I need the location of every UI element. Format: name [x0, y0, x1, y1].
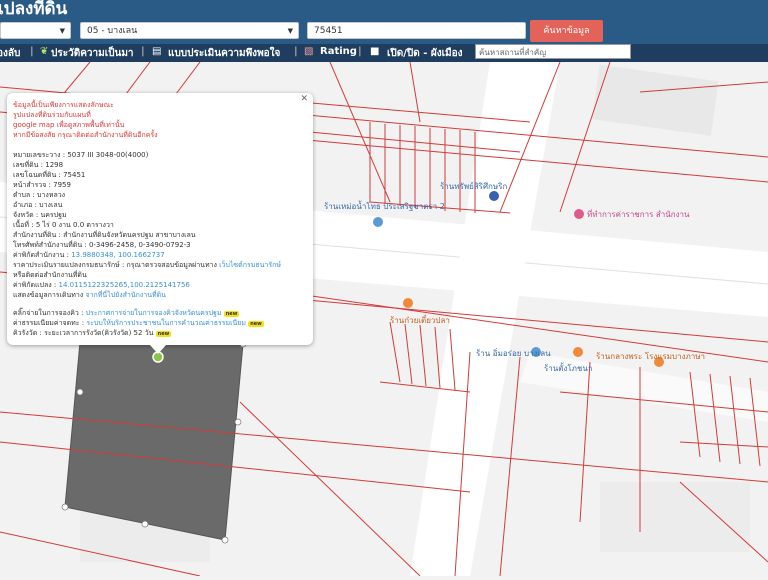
district-select[interactable]: 05 - บางเลน ▼: [80, 22, 299, 39]
route-link[interactable]: จากที่นี่ไปยังสำนักงานที่ดิน: [86, 291, 166, 299]
parcel-info-popup: ✕ ข้อมูลนี้เป็นเพียงการแสดงลักษณะ รูปแปล…: [7, 93, 313, 345]
treasury-link[interactable]: เว็บไซต์กรมธนารักษ์: [219, 261, 281, 269]
parcel-number-input[interactable]: 75451: [307, 22, 526, 39]
new-badge: new: [248, 321, 264, 327]
field-office-coords: ค่าพิกัดสำนักงาน : 13.9880348, 100.16627…: [13, 251, 165, 259]
sprout-icon: ❦: [40, 46, 49, 57]
notice-line-4: หากมีข้อสงสัย กรุณาติดต่อสำนักงานที่ดินอ…: [13, 131, 158, 139]
popup-pointer: [150, 345, 166, 354]
field-survey-page: หน้าสำรวจ : 7959: [13, 181, 71, 189]
field-parcel-coords: ค่าพิกัดแปลง : 14.0115122325265,100.2125…: [13, 281, 190, 289]
field-land-number: เลขที่ดิน : 1298: [13, 161, 64, 169]
district-select-value: 05 - บางเลน: [87, 26, 138, 36]
field-office-phone: โทรศัพท์สำนักงานที่ดิน : 0-3496-2458, 0-…: [13, 241, 191, 249]
field-survey-wait: คิวรังวัด : ระยะเวลาการรังวัด(คิวรังวัด)…: [13, 329, 172, 337]
field-price-line2: หรือติดต่อสำนักงานที่ดิน: [13, 271, 87, 279]
field-province: จังหวัด : นครปฐม: [13, 211, 67, 219]
checkbox-icon[interactable]: ■: [370, 46, 379, 57]
poi-label-shop2: ร้านทรัพย์สิริศึกษริก: [440, 182, 508, 191]
poi-label-shop7: ร้านกลางพระ โรงแรมบางภาษา: [596, 352, 706, 361]
field-district: อำเภอ : บางเลน: [13, 201, 63, 209]
poi-label-shop3: ที่ทำการค่าราชการ สำนักงาน: [587, 210, 690, 219]
search-button[interactable]: ค้นหาข้อมูล: [530, 20, 603, 42]
document-icon: ▤: [152, 46, 162, 57]
poi-label-shop1: ร้านเหม่อน้ำโทธ ประเสริฐชาตรา 2: [324, 202, 445, 211]
poi-label-shop6: ร้านตั้งโภชนา: [544, 364, 593, 373]
province-select[interactable]: ▼: [0, 22, 71, 39]
toolbar: องลับ | ❦ ประวัติความเป็นมา | ▤ แบบประเม…: [0, 44, 768, 62]
toolbar-zoning-toggle[interactable]: เปิด/ปิด - ผังเมือง: [387, 46, 463, 61]
field-route: แสดงข้อมูลการเดินทาง จากที่นี่ไปยังสำนัก…: [13, 291, 166, 299]
field-map-sheet: หมายเลขระวาง : 5037 III 3048-00(4000): [13, 151, 149, 159]
toolbar-history[interactable]: ประวัติความเป็นมา: [51, 46, 134, 61]
toolbar-rating[interactable]: Rating: [320, 46, 357, 57]
place-search-input[interactable]: ค้นหาสถานที่สำคัญ: [475, 44, 631, 59]
notice-line-2: รูปแปลงที่ดินร่วมกับแผนที่: [13, 111, 91, 119]
queue-link[interactable]: ประกาศการจ่ายในการจองคิวจังหวัดนครปฐม: [86, 309, 222, 317]
chevron-down-icon: ▼: [59, 27, 65, 35]
toolbar-survey[interactable]: แบบประเมินความพึงพอใจ: [168, 46, 280, 61]
field-price: ราคาประเมินรายแปลงกรมธนารักษ์ : กรุณาตรว…: [13, 261, 281, 269]
new-badge: new: [155, 331, 172, 337]
field-area: เนื้อที่ : 5 ไร่ 0 งาน 0.0 ตารางวา: [13, 221, 114, 229]
notice-line-3: google map เพื่อดูสภาพพื้นที่เท่านั้น: [13, 121, 125, 129]
field-subdistrict: ตำบล : บางหลวง: [13, 191, 66, 199]
fee-link[interactable]: ระบบให้บริการประชาชนในการคำนวณค่าธรรมเนี…: [86, 319, 246, 327]
selected-parcel: [64, 341, 244, 541]
chart-icon: ▧: [304, 46, 314, 57]
toolbar-item-1[interactable]: องลับ: [0, 46, 20, 61]
poi-label-shop4: ร้านก๋วยเตี๋ยวปลา: [390, 316, 450, 325]
chevron-down-icon: ▼: [287, 27, 293, 35]
new-badge: new: [223, 311, 240, 317]
close-icon[interactable]: ✕: [300, 94, 308, 104]
field-land-office: สำนักงานที่ดิน : สำนักงานที่ดินจังหวัดนค…: [13, 231, 196, 239]
field-deed-number: เลขโฉนดที่ดิน : 75451: [13, 171, 86, 179]
notice-line-1: ข้อมูลนี้เป็นเพียงการแสดงลักษณะ: [13, 101, 114, 109]
poi-label-shop5: ร้าน อิ่มอร่อย บางเลน: [476, 349, 551, 358]
page-title: เปลงที่ดิน: [0, 0, 68, 19]
